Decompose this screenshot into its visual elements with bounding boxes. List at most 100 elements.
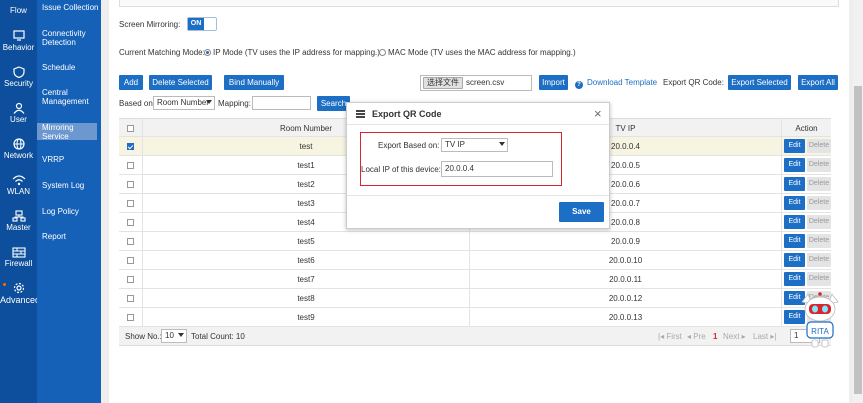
row-checkbox-cell[interactable] <box>119 194 143 213</box>
page-scrollbar[interactable] <box>853 0 863 403</box>
action-cell: EditDelete <box>782 175 831 194</box>
download-template-link[interactable]: ? Download Template <box>575 78 657 89</box>
first-page-link[interactable]: |◂ First <box>658 332 682 341</box>
ip-mode-radio[interactable] <box>204 49 211 56</box>
import-button[interactable]: Import <box>539 75 568 90</box>
row-checkbox[interactable] <box>127 314 134 322</box>
bind-manually-button[interactable]: Bind Manually <box>224 75 284 90</box>
rail-item-wlan[interactable]: WLAN <box>0 174 37 196</box>
mac-mode-radio[interactable] <box>379 49 386 56</box>
table-row[interactable]: test6 20.0.0.10 Edit Delete <box>119 251 831 270</box>
local-ip-input[interactable]: 20.0.0.4 <box>441 161 553 177</box>
delete-button[interactable]: Delete <box>807 158 831 172</box>
edit-button[interactable]: Edit <box>784 158 805 172</box>
add-button[interactable]: Add <box>119 75 143 90</box>
submenu-connectivity-detection[interactable]: Connectivity Detection <box>37 29 97 47</box>
submenu-mirroring-service[interactable]: Mirroring Service <box>37 123 97 141</box>
rail-item-advanced[interactable]: Advanced <box>0 282 40 305</box>
submenu-system-log[interactable]: System Log <box>37 181 101 190</box>
edit-button[interactable]: Edit <box>784 234 805 248</box>
robot-assistant-icon[interactable]: RITA <box>798 292 842 350</box>
export-all-button[interactable]: Export All <box>798 75 838 90</box>
row-checkbox-cell[interactable] <box>119 251 143 270</box>
edit-button[interactable]: Edit <box>784 139 805 153</box>
edit-button[interactable]: Edit <box>784 177 805 191</box>
delete-button[interactable]: Delete <box>807 272 831 286</box>
row-checkbox[interactable] <box>127 162 134 170</box>
row-checkbox[interactable] <box>127 238 134 246</box>
tv-ip-cell: 20.0.0.13 <box>470 308 782 327</box>
advanced-submenu: Issue Collection Connectivity Detection … <box>37 0 101 403</box>
mapping-input[interactable] <box>252 96 311 110</box>
row-checkbox[interactable] <box>127 219 134 227</box>
edit-button[interactable]: Edit <box>784 253 805 267</box>
choose-file-button[interactable]: 选择文件 <box>423 77 463 89</box>
row-checkbox[interactable] <box>127 276 134 284</box>
table-row[interactable]: test920.0.0.13EditDelete <box>119 308 831 327</box>
rail-item-firewall[interactable]: Firewall <box>0 246 37 268</box>
mapping-label: Mapping: <box>218 99 251 108</box>
based-on-select[interactable]: Room Number <box>153 96 215 110</box>
delete-selected-button[interactable]: Delete Selected <box>149 75 212 90</box>
delete-button[interactable]: Delete <box>807 253 831 267</box>
row-checkbox-cell[interactable] <box>119 213 143 232</box>
submenu-central-management[interactable]: Central Management <box>37 88 97 106</box>
submenu-vrrp[interactable]: VRRP <box>37 155 101 164</box>
globe-icon <box>12 138 25 150</box>
row-checkbox[interactable] <box>127 295 134 303</box>
table-row[interactable]: test820.0.0.12EditDelete <box>119 289 831 308</box>
scrollbar-thumb[interactable] <box>854 86 862 394</box>
file-picker[interactable]: 选择文件 screen.csv <box>420 75 532 91</box>
table-row[interactable]: test7 20.0.0.11 Edit Delete <box>119 270 831 289</box>
rail-item-flow[interactable]: Flow <box>0 6 37 15</box>
export-selected-button[interactable]: Export Selected <box>728 75 791 90</box>
last-page-text: Last <box>753 332 769 341</box>
edit-button[interactable]: Edit <box>784 215 805 229</box>
submenu-issue-collection[interactable]: Issue Collection <box>37 3 101 12</box>
row-checkbox[interactable] <box>127 200 134 208</box>
page-size-select[interactable]: 10 <box>161 329 187 343</box>
delete-button[interactable]: Delete <box>807 234 831 248</box>
table-row[interactable]: test5 20.0.0.9 Edit Delete <box>119 232 831 251</box>
next-page-link[interactable]: Next ▸ <box>723 332 746 341</box>
tv-ip-cell: 20.0.0.10 <box>470 251 782 270</box>
row-checkbox-cell[interactable] <box>119 308 143 327</box>
rail-item-behavior[interactable]: Behavior <box>0 30 37 52</box>
rail-item-network[interactable]: Network <box>0 138 37 160</box>
save-button[interactable]: Save <box>559 202 604 222</box>
rail-item-security[interactable]: Security <box>0 66 37 88</box>
header-checkbox-cell[interactable] <box>119 119 143 138</box>
last-page-link[interactable]: Last ▸| <box>753 332 776 341</box>
shield-icon <box>12 66 25 78</box>
close-icon[interactable]: × <box>594 106 602 121</box>
action-cell: EditDelete <box>782 232 831 251</box>
prev-page-link[interactable]: ◂ Pre <box>687 332 706 341</box>
edit-button[interactable]: Edit <box>784 272 805 286</box>
export-based-select[interactable]: TV IP <box>441 138 508 152</box>
wifi-icon <box>12 175 25 186</box>
row-checkbox-cell[interactable] <box>119 270 143 289</box>
row-checkbox-cell[interactable] <box>119 289 143 308</box>
row-checkbox[interactable] <box>127 181 134 189</box>
total-count: Total Count: 10 <box>191 332 245 341</box>
delete-button[interactable]: Delete <box>807 215 831 229</box>
row-checkbox-cell[interactable] <box>119 232 143 251</box>
row-checkbox-cell[interactable] <box>119 175 143 194</box>
delete-button[interactable]: Delete <box>807 177 831 191</box>
row-checkbox-cell[interactable] <box>119 156 143 175</box>
row-checkbox[interactable] <box>127 143 134 151</box>
delete-button[interactable]: Delete <box>807 196 831 210</box>
delete-button[interactable]: Delete <box>807 139 831 153</box>
rail-item-master[interactable]: Master <box>0 210 37 232</box>
submenu-schedule[interactable]: Schedule <box>37 63 101 72</box>
submenu-log-policy[interactable]: Log Policy <box>37 207 101 216</box>
row-checkbox[interactable] <box>127 257 134 265</box>
select-all-checkbox[interactable] <box>127 125 134 133</box>
rail-item-user[interactable]: User <box>0 102 37 124</box>
ip-mode-option[interactable]: IP Mode (TV uses the IP address for mapp… <box>204 48 380 57</box>
mirroring-toggle[interactable]: ON <box>187 17 217 31</box>
submenu-report[interactable]: Report <box>37 232 101 241</box>
edit-button[interactable]: Edit <box>784 196 805 210</box>
mac-mode-option[interactable]: MAC Mode (TV uses the MAC address for ma… <box>379 48 576 57</box>
row-checkbox-cell[interactable] <box>119 137 143 156</box>
